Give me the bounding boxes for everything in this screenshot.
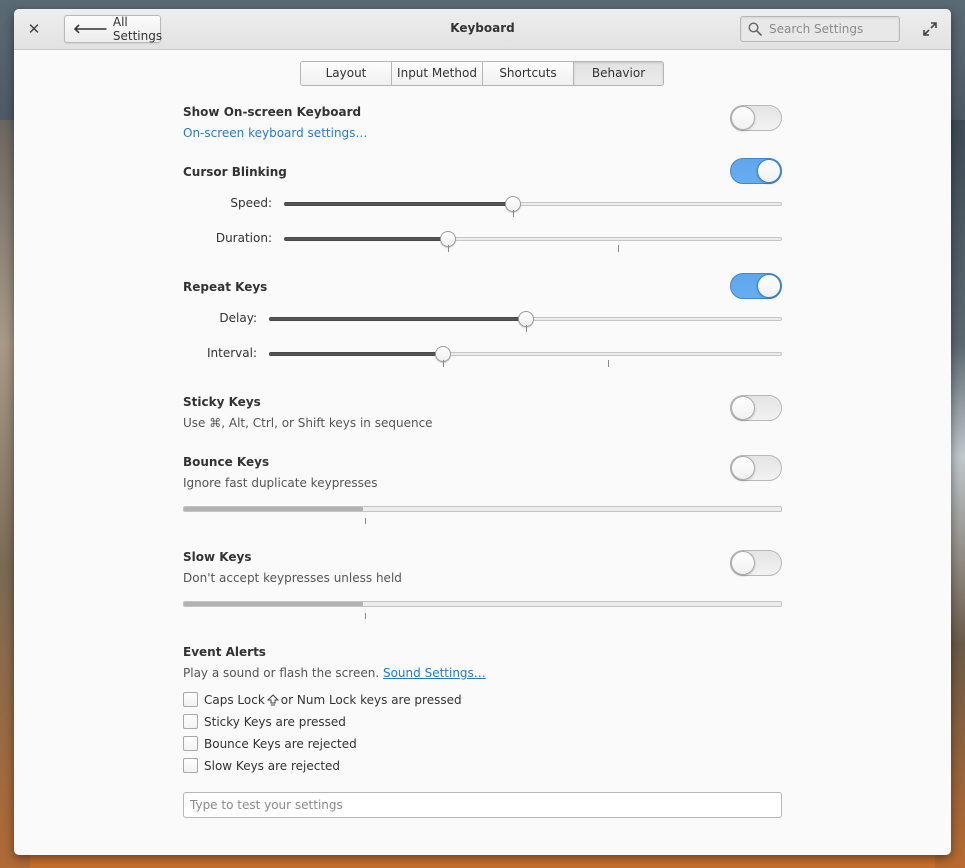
duration-label: Duration: (215, 231, 272, 245)
bounce-keys-description: Ignore fast duplicate keypresses (183, 476, 378, 490)
onscreen-keyboard-settings-link[interactable]: On-screen keyboard settings… (183, 126, 367, 140)
bar-fill (184, 507, 364, 511)
all-settings-label: All Settings (112, 15, 163, 43)
test-settings-input[interactable] (183, 792, 782, 818)
delay-label: Delay: (219, 311, 257, 325)
tab-input-method[interactable]: Input Method (392, 62, 483, 85)
tab-layout[interactable]: Layout (301, 62, 392, 85)
slider-fill (284, 237, 449, 241)
sticky-keys-alert-checkbox[interactable] (183, 714, 198, 729)
speed-slider[interactable] (284, 194, 782, 217)
slider-fill (284, 202, 514, 206)
sticky-keys-switch[interactable] (730, 395, 782, 421)
search-input[interactable] (767, 17, 897, 41)
slider-mark (513, 210, 515, 217)
bounce-keys-mark (365, 518, 366, 524)
sound-settings-link[interactable]: Sound Settings… (383, 666, 486, 680)
slider-fill (269, 317, 526, 321)
slider-mark (525, 325, 527, 332)
settings-window: ✕ 🡐 All Settings Keyboard Layout Input M… (14, 9, 951, 855)
repeat-keys-heading: Repeat Keys (183, 280, 268, 294)
slow-keys-heading: Slow Keys (183, 550, 252, 564)
bounce-keys-alert-checkbox[interactable] (183, 736, 198, 751)
bounce-keys-alert-option[interactable]: Bounce Keys are rejected (183, 736, 357, 751)
switch-knob (731, 396, 755, 420)
slider-mark (607, 360, 609, 367)
caps-lock-icon (266, 693, 279, 705)
tab-behavior[interactable]: Behavior (574, 62, 663, 85)
sticky-keys-alert-option[interactable]: Sticky Keys are pressed (183, 714, 346, 729)
caps-lock-alert-label: Caps Lock or Num Lock keys are pressed (204, 693, 462, 707)
switch-knob (731, 106, 755, 130)
num-lock-text: or Num Lock keys are pressed (280, 692, 462, 707)
caps-lock-alert-checkbox[interactable] (183, 692, 198, 707)
sticky-keys-alert-label: Sticky Keys are pressed (204, 714, 346, 729)
slider-fill (269, 352, 444, 356)
bounce-keys-switch[interactable] (730, 455, 782, 481)
sticky-keys-description: Use ⌘, Alt, Ctrl, or Shift keys in seque… (183, 416, 433, 430)
bounce-keys-alert-label: Bounce Keys are rejected (204, 736, 357, 751)
onscreen-keyboard-heading: Show On-screen Keyboard (183, 105, 362, 119)
tab-shortcuts[interactable]: Shortcuts (483, 62, 574, 85)
slider-mark (448, 245, 450, 252)
tab-bar: Layout Input Method Shortcuts Behavior (300, 61, 664, 86)
caps-lock-alert-option[interactable]: Caps Lock or Num Lock keys are pressed (183, 692, 462, 707)
switch-knob (731, 456, 755, 480)
event-alerts-description: Play a sound or flash the screen. (183, 666, 380, 680)
repeat-keys-switch[interactable] (730, 273, 782, 299)
switch-knob (757, 274, 781, 298)
maximize-icon[interactable] (922, 21, 938, 37)
slow-keys-alert-label: Slow Keys are rejected (204, 758, 341, 773)
event-alerts-heading: Event Alerts (183, 645, 266, 659)
onscreen-keyboard-switch[interactable] (730, 105, 782, 131)
switch-knob (757, 159, 781, 183)
all-settings-button[interactable]: 🡐 All Settings (64, 15, 163, 43)
slow-keys-description: Don't accept keypresses unless held (183, 571, 402, 585)
interval-label: Interval: (207, 346, 257, 360)
search-box[interactable] (740, 16, 900, 42)
slider-mark (617, 245, 619, 252)
event-alerts-description-row: Play a sound or flash the screen. Sound … (183, 666, 486, 680)
close-icon: ✕ (27, 20, 41, 38)
search-icon (748, 22, 762, 36)
slider-mark (443, 360, 445, 367)
sticky-keys-heading: Sticky Keys (183, 395, 261, 409)
duration-slider[interactable] (284, 229, 782, 252)
bar-fill (184, 602, 364, 606)
arrow-left-icon: 🡐 (73, 22, 108, 37)
delay-slider[interactable] (269, 309, 782, 332)
cursor-blinking-switch[interactable] (730, 158, 782, 184)
bounce-keys-bar (183, 506, 782, 512)
slow-keys-mark (365, 613, 366, 619)
switch-knob (731, 551, 755, 575)
close-button[interactable]: ✕ (26, 20, 42, 38)
speed-label: Speed: (230, 196, 272, 210)
slow-keys-alert-option[interactable]: Slow Keys are rejected (183, 758, 340, 773)
slow-keys-bar (183, 601, 782, 607)
bounce-keys-heading: Bounce Keys (183, 455, 270, 469)
cursor-blinking-heading: Cursor Blinking (183, 165, 287, 179)
interval-slider[interactable] (269, 344, 782, 367)
titlebar: ✕ 🡐 All Settings Keyboard (14, 9, 951, 50)
caps-lock-text: Caps Lock (204, 692, 265, 707)
slow-keys-switch[interactable] (730, 550, 782, 576)
slow-keys-alert-checkbox[interactable] (183, 758, 198, 773)
